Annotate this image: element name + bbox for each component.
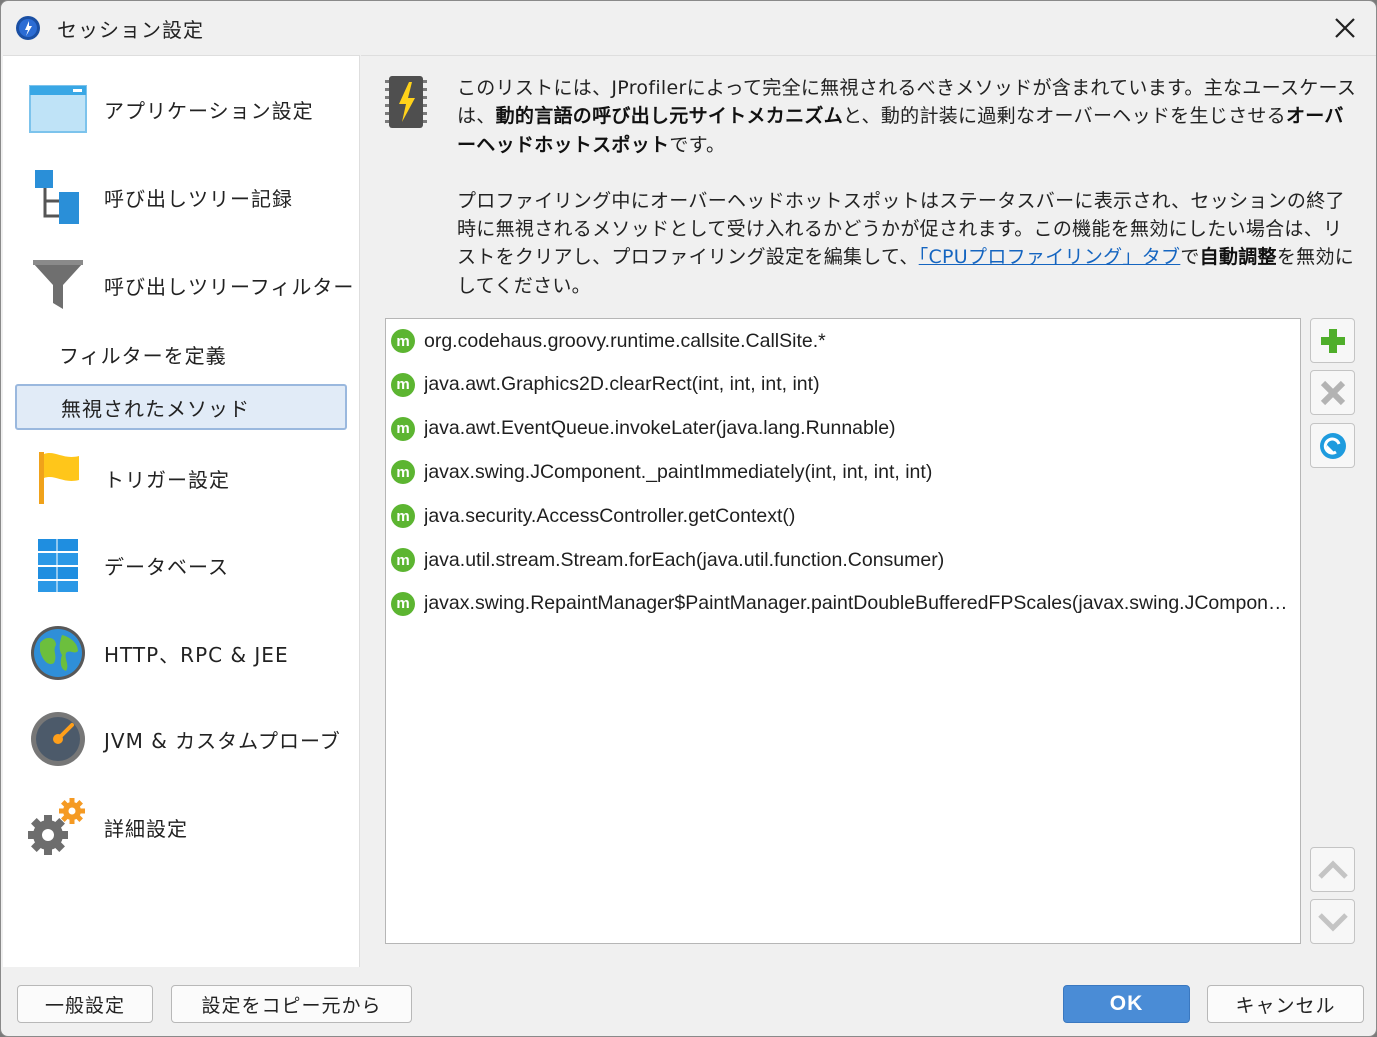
sidebar-item-label: アプリケーション設定 (104, 98, 314, 123)
sidebar-item-label: 詳細設定 (104, 816, 188, 841)
globe-icon (27, 622, 89, 684)
chevron-up-icon (1317, 859, 1348, 879)
ignored-methods-panel: このリストには、JProfilerによって完全に無視されるべきメソッドが含まれて… (361, 55, 1376, 967)
gears-icon (27, 796, 89, 858)
list-item[interactable]: m java.awt.EventQueue.invokeLater(java.la… (386, 407, 1300, 451)
sidebar-item-label: トリガー設定 (104, 467, 230, 492)
method-icon: m (391, 548, 415, 572)
description-bold-text: 動的言語の呼び出し元サイトメカニズム (495, 105, 844, 128)
sidebar-item-trigger-settings[interactable]: トリガー設定 (3, 438, 360, 518)
list-item[interactable]: m java.awt.Graphics2D.clearRect(int, int,… (386, 363, 1300, 407)
sidebar-item-label: 呼び出しツリー記録 (104, 186, 293, 211)
window-title: セッション設定 (57, 17, 204, 42)
list-item[interactable]: m java.security.AccessController.getConte… (386, 494, 1300, 538)
sidebar-item-advanced-settings[interactable]: 詳細設定 (3, 787, 360, 867)
jprofiler-app-icon (16, 16, 40, 40)
method-icon: m (391, 416, 415, 441)
list-item[interactable]: m org.codehaus.groovy.runtime.callsite.Ca… (386, 319, 1300, 363)
method-name: org.codehaus.groovy.runtime.callsite.Cal… (424, 329, 826, 352)
sidebar-item-label: JVM & カスタムプローブ (104, 728, 341, 753)
session-settings-dialog: セッション設定 アプリケーション設定 呼び出しツリー記録 呼び出しツリーフィルタ… (0, 0, 1377, 1037)
method-name: java.security.AccessController.getContex… (424, 504, 796, 527)
list-item[interactable]: m java.util.stream.Stream.forEach(java.ut… (386, 538, 1300, 582)
sidebar-item-http-rpc-jee[interactable]: HTTP、RPC & JEE (3, 613, 360, 693)
copy-settings-from-button[interactable]: 設定をコピー元から (171, 985, 412, 1023)
method-name: javax.swing.JComponent._paintImmediately… (424, 460, 933, 483)
chevron-down-icon (1317, 912, 1348, 932)
description-text-span: で (1180, 246, 1200, 269)
close-button[interactable] (1328, 11, 1362, 45)
sidebar-item-call-tree-recording[interactable]: 呼び出しツリー記録 (3, 157, 360, 237)
general-settings-button[interactable]: 一般設定 (17, 985, 153, 1023)
sidebar-item-label: 無視されたメソッド (61, 396, 250, 421)
move-up-button[interactable] (1310, 847, 1355, 892)
sidebar-item-ignored-methods[interactable]: 無視されたメソッド (15, 384, 347, 430)
add-button[interactable] (1310, 318, 1355, 363)
list-item[interactable]: m javax.swing.JComponent._paintImmediatel… (386, 450, 1300, 494)
application-window-icon (27, 78, 89, 140)
sidebar-item-jvm-custom-probes[interactable]: JVM & カスタムプローブ (3, 699, 360, 779)
description-paragraph-2: プロファイリング中にオーバーヘッドホットスポットはステータスバーに表示され、セッ… (457, 187, 1361, 300)
move-down-button[interactable] (1310, 899, 1355, 944)
sidebar-item-databases[interactable]: データベース (3, 525, 360, 605)
sidebar-item-label: 呼び出しツリーフィルター (104, 274, 355, 299)
method-name: java.awt.Graphics2D.clearRect(int, int, … (424, 373, 820, 396)
call-tree-icon (27, 166, 89, 228)
ignored-methods-icon (385, 76, 427, 128)
gauge-icon (27, 708, 89, 770)
method-name: java.util.stream.Stream.forEach(java.uti… (424, 548, 945, 571)
settings-sidebar: アプリケーション設定 呼び出しツリー記録 呼び出しツリーフィルター フィルターを… (3, 55, 360, 967)
method-name: javax.swing.RepaintManager$PaintManager.… (424, 592, 1292, 615)
reset-icon (1319, 432, 1346, 459)
cancel-button[interactable]: キャンセル (1207, 985, 1364, 1023)
flag-icon (27, 447, 89, 509)
cpu-profiling-tab-link[interactable]: 「CPUプロファイリング」タブ (919, 246, 1181, 268)
description-text-span: と、動的計装に過剰なオーバーヘッドを生じさせる (843, 105, 1286, 128)
method-icon: m (391, 329, 415, 353)
description-text-span: です。 (669, 133, 726, 156)
method-icon: m (391, 460, 415, 485)
funnel-icon (27, 254, 89, 316)
remove-button[interactable] (1310, 370, 1355, 415)
sidebar-item-call-tree-filters[interactable]: 呼び出しツリーフィルター (3, 245, 360, 325)
delete-x-icon (1320, 380, 1345, 405)
database-icon (27, 534, 89, 596)
plus-icon (1320, 328, 1345, 353)
description-paragraph-1: このリストには、JProfilerによって完全に無視されるべきメソッドが含まれて… (457, 74, 1361, 159)
title-bar: セッション設定 (1, 1, 1376, 55)
close-icon (1335, 18, 1355, 38)
ignored-methods-list[interactable]: m org.codehaus.groovy.runtime.callsite.Ca… (385, 318, 1301, 944)
sidebar-item-label: データベース (104, 554, 229, 579)
sidebar-item-define-filters[interactable]: フィルターを定義 (15, 331, 347, 377)
list-item[interactable]: m javax.swing.RepaintManager$PaintManager… (386, 582, 1300, 626)
method-name: java.awt.EventQueue.invokeLater(java.lan… (424, 417, 896, 440)
description-bold-text: 自動調整 (1199, 246, 1277, 269)
sidebar-item-label: HTTP、RPC & JEE (104, 642, 289, 667)
sidebar-item-label: フィルターを定義 (59, 343, 227, 368)
description-text: このリストには、JProfilerによって完全に無視されるべきメソッドが含まれて… (457, 74, 1361, 300)
ok-button[interactable]: OK (1063, 985, 1190, 1023)
method-icon: m (391, 372, 415, 397)
reset-button[interactable] (1310, 423, 1355, 468)
method-icon: m (391, 591, 415, 616)
sidebar-item-application-settings[interactable]: アプリケーション設定 (3, 69, 360, 149)
method-icon: m (391, 504, 415, 529)
